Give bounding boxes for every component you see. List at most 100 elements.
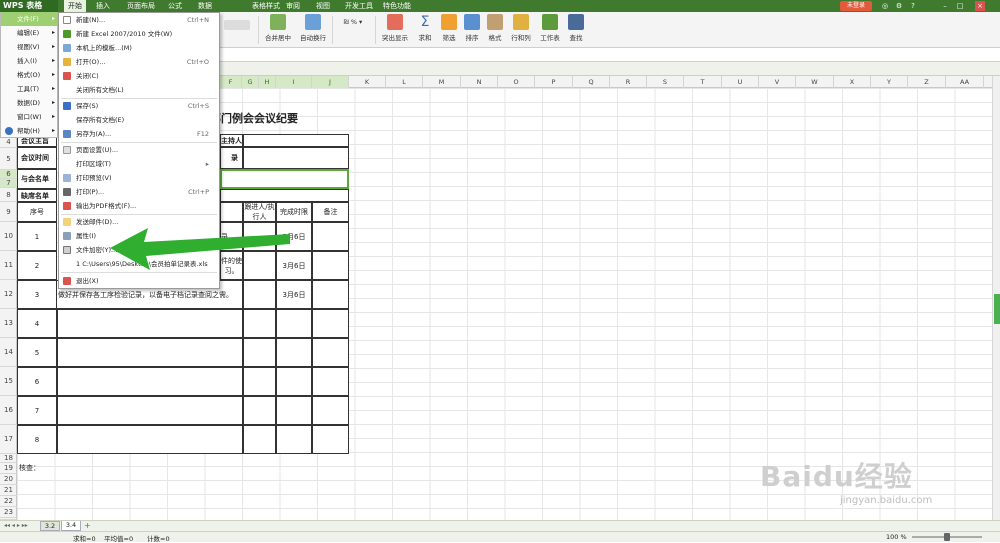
cell[interactable] <box>276 309 312 338</box>
menu-open[interactable]: 打开(O)... Ctrl+O <box>59 55 219 69</box>
cell[interactable]: 2 <box>17 251 57 280</box>
cell[interactable] <box>312 338 349 367</box>
menu-save-as[interactable]: 另存为(A)... F12 <box>59 127 219 141</box>
cell[interactable]: 备注 <box>312 202 349 222</box>
minimize-icon[interactable]: – <box>940 1 950 11</box>
close-icon[interactable]: × <box>975 1 985 11</box>
cell[interactable]: 3月6日 <box>276 280 312 309</box>
cell[interactable] <box>312 222 349 251</box>
row-header[interactable]: 14 <box>0 338 17 367</box>
help-icon[interactable]: ? <box>908 1 918 11</box>
tab-page-layout[interactable]: 页面布局 <box>127 0 155 12</box>
sum-button[interactable]: Σ 求和 <box>414 14 436 42</box>
cell[interactable] <box>57 396 243 425</box>
cell[interactable]: 8 <box>17 425 57 454</box>
menu-export-pdf[interactable]: 输出为PDF格式(F)... <box>59 199 219 213</box>
cell[interactable]: 完成时限 <box>276 202 312 222</box>
menu-item-help[interactable]: 帮助(H) ▸ <box>1 124 59 138</box>
row-header[interactable]: 11 <box>0 251 17 280</box>
row-header[interactable]: 20 <box>0 474 17 485</box>
tab-data[interactable]: 数据 <box>198 0 212 12</box>
row-header[interactable]: 10 <box>0 222 17 251</box>
column-header[interactable]: J <box>312 76 349 88</box>
scroll-thumb[interactable] <box>994 294 1000 324</box>
number-format-icons[interactable]: ₪ % ▾ <box>336 18 370 26</box>
cell[interactable]: 与会名单 <box>17 169 57 189</box>
menu-close[interactable]: 关闭(C) <box>59 69 219 83</box>
cell[interactable] <box>276 396 312 425</box>
row-header[interactable]: 22 <box>0 496 17 507</box>
column-header[interactable]: W <box>796 76 834 88</box>
menu-item-view[interactable]: 视图(V) ▸ <box>1 40 59 54</box>
cell[interactable]: 会议时间 <box>17 147 57 169</box>
vertical-scrollbar[interactable] <box>992 76 1000 520</box>
menu-item-format[interactable]: 格式(O) ▸ <box>1 68 59 82</box>
column-header[interactable]: U <box>722 76 759 88</box>
menu-print-area[interactable]: 打印区域(T) ▸ <box>59 157 219 171</box>
cell[interactable] <box>312 367 349 396</box>
menu-print-preview[interactable]: 打印预览(V) <box>59 171 219 185</box>
column-header[interactable]: T <box>684 76 722 88</box>
menu-new[interactable]: 新建(N)... Ctrl+N <box>59 13 219 27</box>
row-header[interactable]: 18 <box>0 454 17 463</box>
menu-template[interactable]: 本机上的模板...(M) <box>59 41 219 55</box>
column-header[interactable]: P <box>535 76 573 88</box>
column-header[interactable]: F <box>220 76 242 88</box>
cell[interactable] <box>243 425 276 454</box>
cell[interactable]: 6 <box>17 367 57 396</box>
column-header[interactable]: X <box>834 76 871 88</box>
row-header[interactable]: 12 <box>0 280 17 309</box>
cell[interactable]: 录 <box>220 147 243 169</box>
column-header[interactable]: L <box>386 76 423 88</box>
column-header[interactable]: V <box>759 76 796 88</box>
row-header[interactable]: 16 <box>0 396 17 425</box>
cell[interactable] <box>220 202 243 222</box>
column-header[interactable]: Z <box>908 76 946 88</box>
cell[interactable] <box>57 425 243 454</box>
row-header[interactable]: 7 <box>0 179 17 188</box>
cell[interactable]: 7 <box>17 396 57 425</box>
menu-item-tools[interactable]: 工具(T) ▸ <box>1 82 59 96</box>
column-header[interactable]: Q <box>573 76 610 88</box>
menu-page-setup[interactable]: 页面设置(U)... <box>59 143 219 157</box>
tab-table-style[interactable]: 表格样式 <box>252 0 280 12</box>
cell[interactable] <box>312 280 349 309</box>
cell[interactable] <box>243 280 276 309</box>
cell[interactable] <box>243 338 276 367</box>
menu-save-all[interactable]: 保存所有文档(E) <box>59 113 219 127</box>
sheet-nav-arrows[interactable]: ◂◂ ◂ ▸ ▸▸ <box>4 522 28 529</box>
filter-button[interactable]: 筛选 <box>438 14 460 42</box>
worksheet-button[interactable]: 工作表 <box>537 14 563 42</box>
column-header[interactable]: G <box>242 76 259 88</box>
cell[interactable] <box>57 309 243 338</box>
row-header[interactable]: 9 <box>0 202 17 222</box>
align-icons[interactable] <box>222 20 252 32</box>
row-header[interactable]: 6 <box>0 170 17 179</box>
row-header[interactable]: 19 <box>0 463 17 474</box>
menu-print[interactable]: 打印(P)... Ctrl+P <box>59 185 219 199</box>
row-header[interactable]: 23 <box>0 507 17 518</box>
format-button[interactable]: 格式 <box>484 14 506 42</box>
menu-item-insert[interactable]: 插入(I) ▸ <box>1 54 59 68</box>
restore-icon[interactable]: □ <box>955 1 965 11</box>
login-button[interactable]: 未登录 <box>840 1 872 11</box>
tab-start[interactable]: 开始 <box>64 0 86 12</box>
cell[interactable] <box>276 367 312 396</box>
cell[interactable]: 主持人 <box>220 134 243 147</box>
menu-item-window[interactable]: 窗口(W) ▸ <box>1 110 59 124</box>
menu-item-edit[interactable]: 编辑(E) ▸ <box>1 26 59 40</box>
column-header[interactable]: AA <box>946 76 984 88</box>
highlight-button[interactable]: 突出显示 <box>378 14 412 42</box>
column-header[interactable]: R <box>610 76 647 88</box>
row-header[interactable]: 21 <box>0 485 17 496</box>
sort-button[interactable]: 排序 <box>461 14 483 42</box>
column-header[interactable]: Y <box>871 76 908 88</box>
cell[interactable]: 4 <box>17 309 57 338</box>
tab-special[interactable]: 特色功能 <box>383 0 411 12</box>
settings-icon[interactable]: ⚙ <box>894 1 904 11</box>
wrap-text-button[interactable]: 自动换行 <box>297 14 329 42</box>
cell[interactable]: 5 <box>17 338 57 367</box>
cell[interactable] <box>276 425 312 454</box>
tab-developer[interactable]: 开发工具 <box>345 0 373 12</box>
menu-new-excel[interactable]: 新建 Excel 2007/2010 文件(W) <box>59 27 219 41</box>
